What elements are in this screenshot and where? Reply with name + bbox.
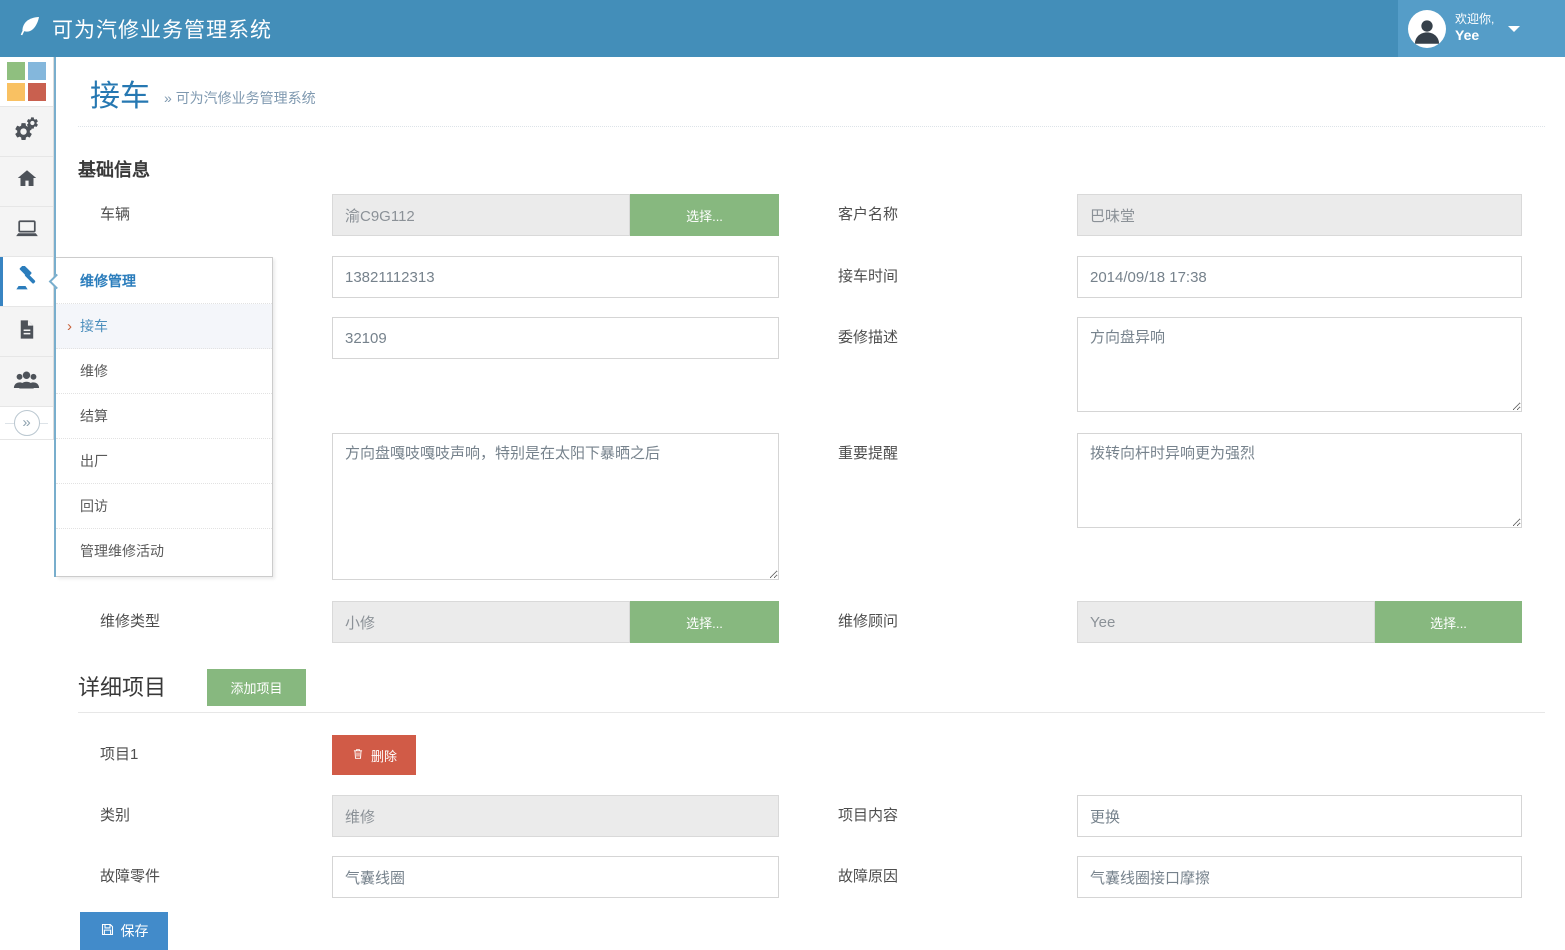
- menu-item-repair[interactable]: 维修: [56, 349, 272, 394]
- menu-item-leave-factory[interactable]: 出厂: [56, 439, 272, 484]
- repair-management-flyout-menu: 维修管理 › 接车 维修 结算 出厂 回访 管理维修活动: [56, 257, 273, 577]
- laptop-icon: [14, 216, 40, 247]
- username: Yee: [1455, 27, 1494, 45]
- app-brand: 可为汽修业务管理系统: [18, 0, 272, 57]
- menu-item-label: 结算: [80, 408, 108, 424]
- sidebar: »: [0, 57, 54, 440]
- top-navbar: 可为汽修业务管理系统 欢迎你, Yee: [0, 0, 1565, 57]
- detail-item-title: 项目1: [100, 735, 138, 775]
- advisor-input: [1077, 601, 1375, 643]
- avatar: [1408, 10, 1446, 48]
- breadcrumb: 接车 » 可为汽修业务管理系统: [90, 71, 316, 115]
- menu-item-label: 回访: [80, 498, 108, 514]
- delete-item-button[interactable]: 删除: [332, 735, 416, 775]
- user-greeting: 欢迎你, Yee: [1455, 12, 1494, 45]
- mileage-input[interactable]: [332, 317, 779, 359]
- menu-item-receive-vehicle[interactable]: › 接车: [56, 304, 272, 349]
- divider: [78, 126, 1545, 127]
- menu-item-label: 接车: [80, 318, 108, 334]
- users-icon: [13, 366, 40, 398]
- save-icon: [100, 922, 115, 940]
- category-label: 类别: [100, 795, 130, 837]
- add-item-button[interactable]: 添加项目: [207, 669, 306, 706]
- repair-desc-label: 委修描述: [838, 317, 898, 359]
- app-window: 可为汽修业务管理系统 欢迎你, Yee: [0, 0, 1565, 950]
- page-title: 接车: [90, 71, 150, 115]
- advisor-label: 维修顾问: [838, 601, 898, 643]
- receive-time-input[interactable]: [1077, 256, 1522, 298]
- divider: [78, 712, 1545, 713]
- save-button[interactable]: 保存: [80, 912, 168, 950]
- home-icon: [15, 167, 39, 196]
- sidebar-logo: [0, 57, 53, 107]
- sidebar-item-workstation[interactable]: [0, 207, 53, 257]
- section-title-basic-info: 基础信息: [78, 156, 150, 182]
- sidebar-item-documents[interactable]: [0, 307, 53, 357]
- category-input: [332, 795, 779, 837]
- customer-label: 客户名称: [838, 194, 898, 236]
- caret-down-icon: [1508, 26, 1520, 32]
- breadcrumb-root-label: 可为汽修业务管理系统: [176, 90, 316, 106]
- trash-icon: [351, 747, 365, 764]
- vehicle-input: [332, 194, 630, 236]
- fault-part-label: 故障零件: [100, 856, 160, 898]
- chevron-right-icon: »: [14, 410, 40, 436]
- fault-desc-textarea[interactable]: 方向盘嘎吱嘎吱声响，特别是在太阳下暴晒之后: [332, 433, 779, 580]
- item-content-label: 项目内容: [838, 795, 898, 837]
- menu-item-label: 维修: [80, 363, 108, 379]
- customer-input: [1077, 194, 1522, 236]
- sidebar-item-home[interactable]: [0, 157, 53, 207]
- fault-reason-label: 故障原因: [838, 856, 898, 898]
- menu-item-label: 出厂: [80, 453, 108, 469]
- menu-item-manage-repair-activities[interactable]: 管理维修活动: [56, 529, 272, 574]
- menu-item-settlement[interactable]: 结算: [56, 394, 272, 439]
- sidebar-item-settings[interactable]: [0, 107, 53, 157]
- save-button-label: 保存: [121, 921, 149, 941]
- document-icon: [15, 318, 38, 346]
- repair-type-input: [332, 601, 630, 643]
- vehicle-choose-button[interactable]: 选择...: [630, 194, 779, 236]
- leaf-icon: [18, 14, 42, 43]
- important-note-label: 重要提醒: [838, 433, 898, 475]
- phone-input[interactable]: [332, 256, 779, 298]
- menu-item-follow-up[interactable]: 回访: [56, 484, 272, 529]
- gears-icon: [13, 116, 40, 148]
- breadcrumb-separator: »: [164, 90, 172, 106]
- important-note-textarea[interactable]: 拨转向杆时异响更为强烈: [1077, 433, 1522, 528]
- delete-button-label: 删除: [371, 746, 397, 765]
- section-title-detail-items: 详细项目: [78, 670, 166, 702]
- flyout-menu-title: 维修管理: [56, 258, 272, 304]
- breadcrumb-bar: 接车 » 可为汽修业务管理系统: [54, 57, 1565, 127]
- logo-squares-icon: [7, 62, 46, 101]
- repair-type-choose-button[interactable]: 选择...: [630, 601, 779, 643]
- gavel-icon: [14, 266, 40, 297]
- advisor-choose-button[interactable]: 选择...: [1375, 601, 1522, 643]
- sidebar-item-repair-management[interactable]: [0, 257, 53, 307]
- sidebar-collapse-button[interactable]: »: [0, 407, 53, 440]
- fault-reason-input[interactable]: [1077, 856, 1522, 898]
- vehicle-label: 车辆: [100, 194, 130, 236]
- sidebar-item-users[interactable]: [0, 357, 53, 407]
- receive-time-label: 接车时间: [838, 256, 898, 298]
- welcome-text: 欢迎你,: [1455, 12, 1494, 27]
- repair-type-label: 维修类型: [100, 601, 160, 643]
- fault-part-input[interactable]: [332, 856, 779, 898]
- user-menu[interactable]: 欢迎你, Yee: [1398, 0, 1565, 57]
- chevron-right-icon: ›: [67, 304, 72, 349]
- repair-desc-textarea[interactable]: 方向盘异响: [1077, 317, 1522, 412]
- app-title: 可为汽修业务管理系统: [52, 14, 272, 44]
- breadcrumb-root[interactable]: » 可为汽修业务管理系统: [164, 88, 316, 108]
- item-content-input[interactable]: [1077, 795, 1522, 837]
- menu-item-label: 管理维修活动: [80, 543, 164, 559]
